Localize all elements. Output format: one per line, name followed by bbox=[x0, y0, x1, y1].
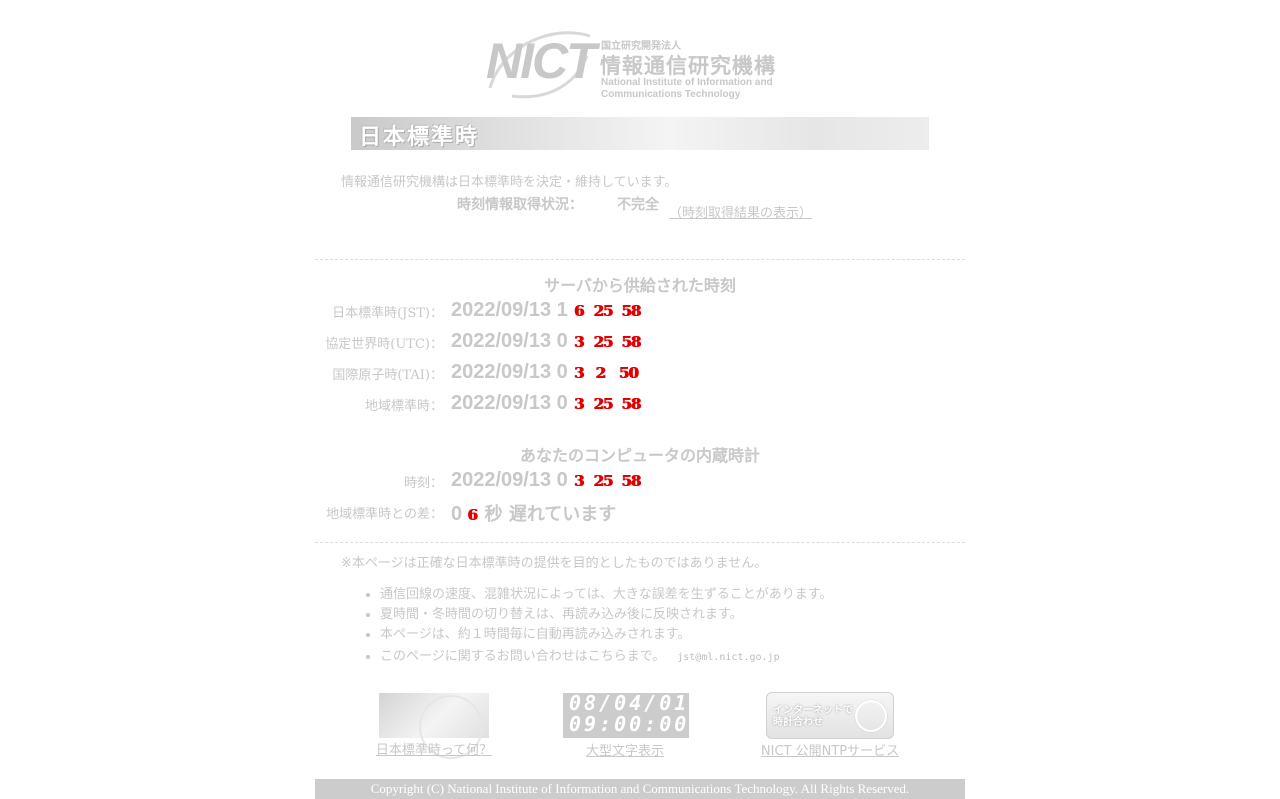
utc-second: 58 bbox=[621, 333, 641, 351]
intro-text: 情報通信研究機構は日本標準時を決定・維持しています。 bbox=[341, 175, 678, 190]
jst-value: 2022/09/13 1 6 25 58 bbox=[451, 299, 641, 322]
pc-clock-hour: 3 bbox=[573, 472, 584, 490]
pc-clock-date: 2022/09/13 0 bbox=[451, 469, 568, 491]
logo-org-name: 情報通信研究機構 bbox=[600, 54, 776, 78]
list-item: 本ページは、約１時間毎に自動再読み込みされます。 bbox=[380, 625, 832, 645]
divider bbox=[315, 259, 965, 260]
notice-list: 通信回線の速度、混雑状況によっては、大きな誤差を生ずることがあります。 夏時間・… bbox=[360, 585, 832, 668]
local-second: 58 bbox=[621, 395, 641, 413]
large-display-link[interactable]: 大型文字表示 bbox=[550, 740, 700, 759]
local-label: 地域標準時： bbox=[364, 399, 443, 414]
ntp-service-link[interactable]: NICT 公開NTPサービス bbox=[740, 740, 920, 759]
jst-hour: 6 bbox=[573, 302, 584, 320]
diff-value: 06 秒 遅れています bbox=[451, 500, 616, 526]
logo-mark: NICT bbox=[486, 33, 597, 89]
logo-org-en-2: Communications Technology bbox=[601, 89, 741, 100]
what-is-jst-link[interactable]: 日本標準時って何？ bbox=[359, 739, 509, 758]
divider bbox=[315, 542, 965, 543]
tai-label: 国際原子時(TAI)： bbox=[332, 368, 443, 383]
pc-clock-label: 時刻： bbox=[403, 476, 443, 491]
local-hour: 3 bbox=[573, 395, 584, 413]
nict-logo: NICT 国立研究開発法人 情報通信研究機構 National Institut… bbox=[482, 26, 792, 104]
jst-date: 2022/09/13 1 bbox=[451, 299, 568, 321]
contact-text: このページに関するお問い合わせはこちらまで。 bbox=[380, 649, 666, 664]
local-value: 2022/09/13 0 3 25 58 bbox=[451, 392, 641, 415]
copyright-footer: Copyright (C) National Institute of Info… bbox=[315, 779, 965, 799]
status-value: 不完全 bbox=[617, 197, 659, 213]
clock-icon bbox=[855, 700, 887, 732]
large-display-image[interactable]: 08/04/01 09:00:00 bbox=[563, 693, 689, 738]
pc-clock-second: 58 bbox=[621, 472, 641, 490]
diff-suffix: 秒 遅れています bbox=[484, 504, 617, 525]
utc-hour: 3 bbox=[573, 333, 584, 351]
contact-email[interactable]: jst@ml.nict.go.jp bbox=[677, 652, 779, 663]
ntp-img-line1: インターネットで bbox=[773, 705, 853, 716]
computer-section-title: あなたのコンピュータの内蔵時計 bbox=[519, 446, 760, 465]
tai-value: 2022/09/13 0 3 2 50 bbox=[451, 361, 639, 384]
list-item: 夏時間・冬時間の切り替えは、再読み込み後に反映されます。 bbox=[380, 605, 832, 625]
large-display-img-time: 09:00:00 bbox=[569, 712, 690, 736]
diff-prefix: 0 bbox=[451, 503, 463, 525]
diff-label: 地域標準時との差： bbox=[326, 507, 443, 522]
logo-org-en-1: National Institute of Information and bbox=[601, 77, 773, 88]
tai-second: 50 bbox=[618, 364, 639, 382]
tai-hour: 3 bbox=[573, 364, 584, 382]
utc-label: 協定世界時(UTC)： bbox=[325, 337, 443, 352]
tai-minute: 2 bbox=[595, 364, 605, 382]
logo-org-en: National Institute of Information and Co… bbox=[601, 77, 773, 101]
local-date: 2022/09/13 0 bbox=[451, 392, 568, 414]
jst-second: 58 bbox=[621, 302, 641, 320]
jst-minute: 25 bbox=[593, 302, 613, 320]
diff-digit: 6 bbox=[467, 506, 477, 524]
large-display-img-date: 08/04/01 bbox=[569, 691, 690, 715]
status-label: 時刻情報取得状況： bbox=[457, 197, 583, 213]
utc-value: 2022/09/13 0 3 25 58 bbox=[451, 330, 641, 353]
utc-date: 2022/09/13 0 bbox=[451, 330, 568, 352]
tai-date: 2022/09/13 0 bbox=[451, 361, 568, 383]
jst-label: 日本標準時(JST)： bbox=[332, 306, 443, 321]
list-item-contact: このページに関するお問い合わせはこちらまで。 jst@ml.nict.go.jp bbox=[380, 647, 832, 668]
ntp-service-image[interactable]: インターネットで 時計合わせ bbox=[766, 692, 894, 739]
list-item: 通信回線の速度、混雑状況によっては、大きな誤差を生ずることがあります。 bbox=[380, 585, 832, 605]
pc-clock-value: 2022/09/13 0 3 25 58 bbox=[451, 469, 641, 492]
pc-clock-minute: 25 bbox=[593, 472, 613, 490]
ntp-img-text: インターネットで 時計合わせ bbox=[773, 705, 853, 729]
utc-minute: 25 bbox=[593, 333, 613, 351]
what-is-jst-image[interactable] bbox=[379, 693, 489, 759]
status-detail-link[interactable]: （時刻取得結果の表示） bbox=[669, 202, 812, 221]
ntp-img-line2: 時計合わせ bbox=[773, 717, 823, 728]
banner-title: 日本標準時 bbox=[359, 125, 480, 150]
server-section-title: サーバから供給された時刻 bbox=[544, 276, 736, 295]
local-minute: 25 bbox=[593, 395, 613, 413]
title-banner: 日本標準時 bbox=[351, 117, 929, 150]
disclaimer-note: ※本ページは正確な日本標準時の提供を目的としたものではありません。 bbox=[341, 556, 768, 571]
